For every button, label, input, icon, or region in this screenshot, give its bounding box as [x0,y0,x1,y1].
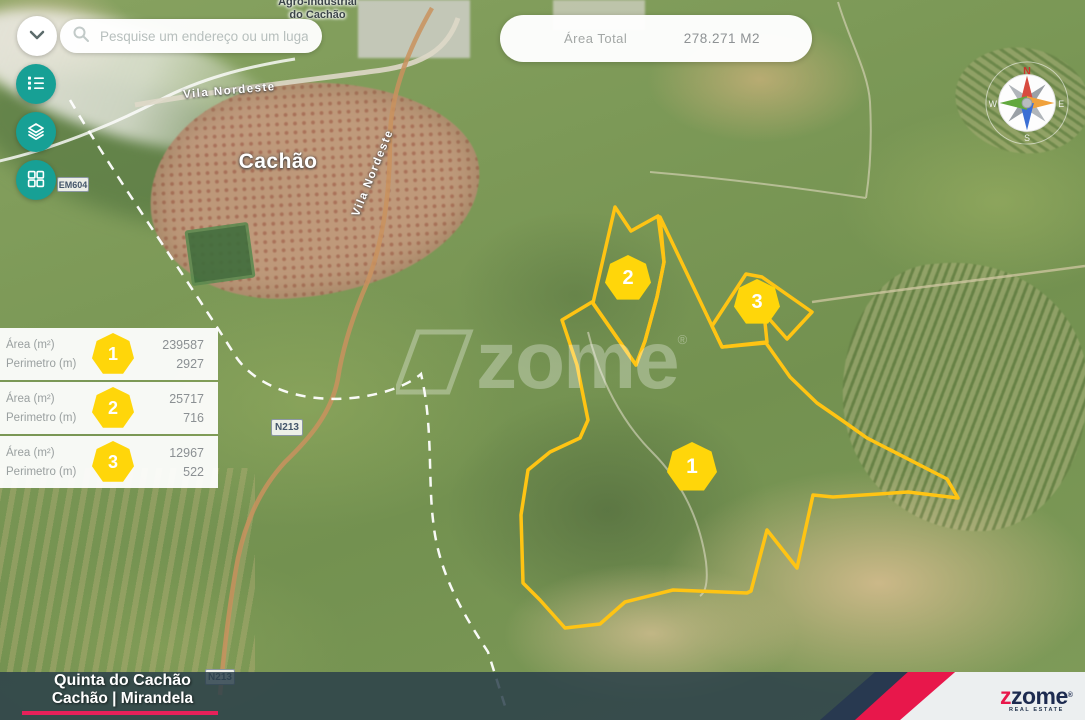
compass-w: W [989,99,998,109]
poi-label-line1: Agro-Industrial [278,0,357,8]
property-name: Quinta do Cachão [54,672,191,689]
road-shield-em604: EM604 [57,177,89,192]
town-label-cachao: Cachão [238,150,318,173]
zome-logo-reg: ® [1067,692,1073,699]
measurement-card-1: Área (m²) 239587 Perimetro (m) 2927 1 [0,328,218,380]
measurement-list-button[interactable] [16,64,56,104]
perimeter-label: Perimetro (m) [6,357,77,370]
area-value: 12967 [169,445,204,460]
property-title: Quinta do Cachão Cachão | Mirandela [0,672,245,708]
area-value: 239587 [162,337,204,352]
perimeter-value: 2927 [176,356,204,371]
area-total-value: 278.271 M2 [683,31,760,46]
property-location: Cachão | Mirandela [51,690,194,707]
search-bar[interactable] [60,19,322,53]
layers-icon [26,121,46,144]
chevron-down-icon [25,23,49,50]
road-east [811,264,1085,304]
parcel-1-outline[interactable] [519,215,960,630]
grid-icon [26,169,46,192]
footer-accent-underline [22,710,218,715]
area-value: 25717 [169,391,204,406]
perimeter-label: Perimetro (m) [6,465,77,478]
road-n213 [217,6,434,696]
perimeter-value: 716 [183,410,204,425]
compass-icon: N E S W [985,61,1069,145]
compass-e: E [1058,99,1064,109]
measurement-card-3: Área (m²) 12967 Perimetro (m) 522 3 [0,436,218,488]
zome-logo-z: z [1000,683,1012,709]
area-total-label: Área Total [564,31,628,46]
grid-view-button[interactable] [16,160,56,200]
zome-logo-tagline: REAL ESTATE [1009,707,1064,713]
list-icon [26,73,46,96]
search-icon [72,25,90,48]
road-shield-n213: N213 [271,419,303,436]
compass-rose[interactable]: N E S W [983,59,1071,147]
perimeter-value: 522 [183,464,204,479]
measurement-panel: Área (m²) 239587 Perimetro (m) 2927 1 Ár… [0,328,218,490]
area-total-pill: Área Total 278.271 M2 [500,15,812,62]
search-input[interactable] [98,27,310,45]
zome-logo-name: zome [1011,683,1068,709]
collapse-panel-button[interactable] [17,16,57,56]
compass-s: S [1024,133,1030,143]
measurement-card-2: Área (m²) 25717 Perimetro (m) 716 2 [0,382,218,434]
area-label: Área (m²) [6,338,55,351]
map-layers-button[interactable] [16,112,56,152]
zome-logo: zzome® [1000,683,1073,709]
perimeter-label: Perimetro (m) [6,411,77,424]
map-app-window: zome ® Agro-Industrial do Cachão Cachão … [0,0,1085,720]
area-label: Área (m²) [6,392,55,405]
area-label: Área (m²) [6,446,55,459]
